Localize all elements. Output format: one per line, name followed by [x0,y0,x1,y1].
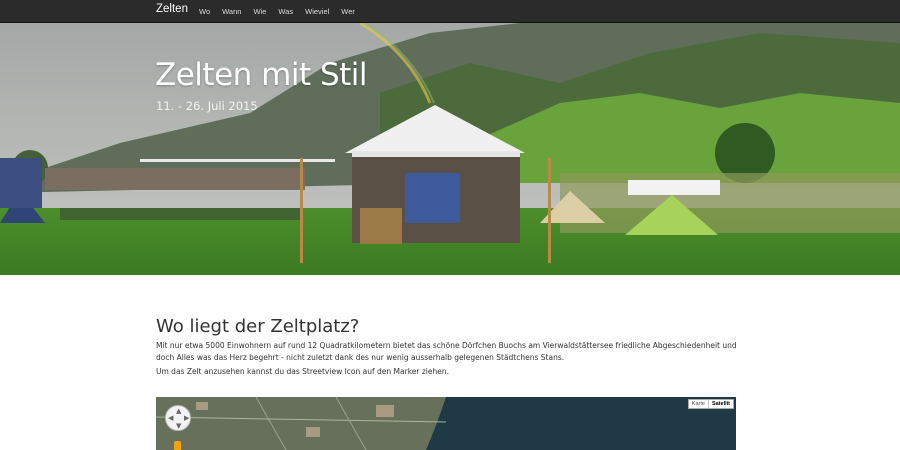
nav-item-wo[interactable]: Wo [199,7,210,16]
hero-photo [0,23,900,275]
satellite-map [156,397,736,450]
streetview-pegman-icon[interactable] [174,441,181,450]
map-widget[interactable]: ▲ ▼ ◀ ▶ Karte Satellit [156,397,736,450]
section-title: Wo liegt der Zeltplatz? [156,316,360,337]
map-type-karte-button[interactable]: Karte [689,400,708,408]
nav-menu: Wo Wann Wie Was Wieviel Wer [199,7,367,16]
pan-down-icon[interactable]: ▼ [176,423,181,430]
nav-item-wieviel[interactable]: Wieviel [305,7,329,16]
map-type-control: Karte Satellit [687,399,734,409]
hero-banner: Zelten mit Stil 11. - 26. Juli 2015 [0,23,900,275]
nav-item-was[interactable]: Was [278,7,293,16]
nav-item-wann[interactable]: Wann [222,7,241,16]
top-navbar: Zelten Wo Wann Wie Was Wieviel Wer [0,0,900,23]
nav-item-wer[interactable]: Wer [341,7,355,16]
streetview-hint: Um das Zelt anzusehen kannst du das Stre… [156,367,449,376]
pan-right-icon[interactable]: ▶ [184,415,189,422]
brand-link[interactable]: Zelten [156,3,188,15]
pan-left-icon[interactable]: ◀ [168,415,173,422]
hero-date: 11. - 26. Juli 2015 [156,99,258,113]
hero-title: Zelten mit Stil [155,57,368,93]
pan-up-icon[interactable]: ▲ [176,408,181,415]
nav-item-wie[interactable]: Wie [253,7,266,16]
map-type-satellit-button[interactable]: Satellit [707,400,733,408]
intro-paragraph: Mit nur etwa 5000 Einwohnern auf rund 12… [156,341,737,362]
pan-control[interactable]: ▲ ▼ ◀ ▶ [165,405,191,431]
